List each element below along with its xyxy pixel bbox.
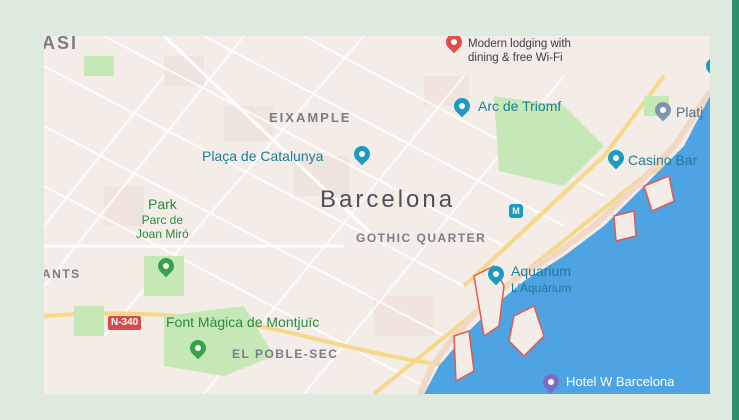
metro-icon[interactable]: M — [509, 204, 523, 218]
district-label-ants: ANTS — [44, 267, 81, 281]
district-label-eixample: EIXAMPLE — [269, 110, 352, 125]
hotel-w-label[interactable]: Hotel W Barcelona — [566, 375, 674, 388]
map-view[interactable]: ASI Modern lodging with dining & free Wi… — [44, 36, 710, 394]
park-label: Park — [148, 196, 177, 212]
aquarium-local-label: L'Aquàrium — [511, 281, 572, 295]
hotel-description-line2: dining & free Wi-Fi — [468, 52, 563, 65]
aquarium-label[interactable]: Aquarium — [511, 264, 571, 278]
parc-line2: Joan Miró — [136, 226, 189, 241]
district-label-asi: ASI — [44, 36, 79, 53]
page: ASI Modern lodging with dining & free Wi… — [0, 0, 739, 420]
hotel-description-line1: Modern lodging with — [468, 38, 571, 50]
arc-de-triomf-label[interactable]: Arc de Triomf — [478, 99, 561, 113]
district-label-gothic-quarter: GOTHIC QUARTER — [356, 231, 487, 245]
font-magica-label[interactable]: Font Màgica de Montjuïc — [166, 315, 319, 329]
city-label: Barcelona — [320, 186, 456, 213]
road-shield: N-340 — [108, 316, 142, 330]
hotel-description: Modern lodging with dining & free Wi-Fi — [468, 37, 571, 66]
parc-joan-miro-label[interactable]: Parc de Joan Miró — [136, 213, 189, 242]
platja-label[interactable]: Platj — [676, 105, 703, 119]
parc-line1: Parc de — [141, 213, 184, 227]
accent-bar — [732, 0, 739, 420]
placa-de-catalunya-label[interactable]: Plaça de Catalunya — [202, 149, 323, 163]
district-label-poble-sec: EL POBLE-SEC — [232, 347, 339, 361]
casino-label[interactable]: Casino Bar — [628, 153, 697, 167]
